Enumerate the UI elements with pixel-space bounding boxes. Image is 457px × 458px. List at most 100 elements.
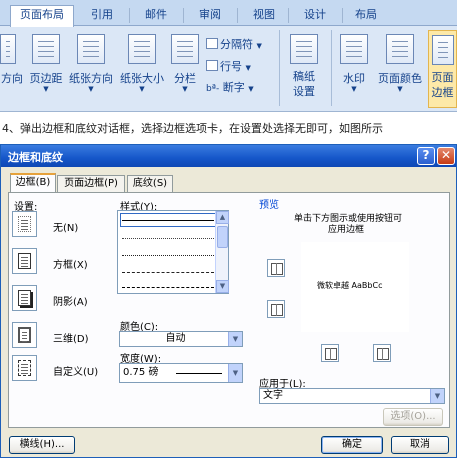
tab-separator [342,8,343,23]
ribbon: 页面布局 引用 邮件 审阅 视图 设计 布局 方向 页边距 ▼ 纸张方向 ▼ 纸… [0,0,457,112]
setting-box-icon[interactable] [12,248,37,274]
preview-hint-line2: 应用边框 [328,225,365,235]
tab-view[interactable]: 视图 [242,6,286,26]
scroll-thumb[interactable] [217,226,228,248]
setting-none-icon[interactable] [12,211,37,237]
columns-button[interactable]: 分栏 ▼ [170,30,200,108]
setting-box-label[interactable]: 方框(X) [53,256,88,271]
horizontal-line-button[interactable]: 横线(H)... [9,436,75,454]
watermark-button[interactable]: 水印 ▼ [336,30,372,108]
tab-design[interactable]: 设计 [290,6,340,26]
top-border-button[interactable] [267,259,285,277]
style-solid-line[interactable] [122,220,214,221]
color-select[interactable]: 自动 ▼ [119,331,243,347]
group-separator [279,30,280,106]
columns-icon [171,34,199,64]
close-button[interactable]: ✕ [437,147,455,165]
margins-button[interactable]: 页边距 ▼ [26,30,66,108]
chevron-down-icon: ▼ [248,85,254,93]
page-border-label-line2: 边框 [431,86,454,99]
color-value: 自动 [165,333,186,344]
tab-references[interactable]: 引用 [80,6,124,26]
text-direction-label: 方向 [1,72,23,85]
style-long-dashed-line[interactable] [122,287,214,288]
preview-label: 预览 [259,200,279,211]
tab-separator [288,8,289,23]
watermark-icon [340,34,368,64]
breaks-button[interactable]: 分隔符 ▼ [206,37,262,53]
setting-none-label[interactable]: 无(N) [53,219,78,234]
options-button[interactable]: 选项(O)... [383,408,443,426]
chevron-down-icon: ▼ [182,85,188,93]
bottom-border-button[interactable] [267,300,285,318]
tab-shading[interactable]: 底纹(S) [127,175,173,192]
tab-separator [129,8,130,23]
orientation-label: 纸张方向 [69,72,113,85]
question-icon: ? [422,148,430,162]
style-dashed-line[interactable] [122,272,214,273]
tab-review[interactable]: 审阅 [188,6,232,26]
hyphenation-label: 断字 [222,81,245,94]
tab-mailings[interactable]: 邮件 [134,6,178,26]
left-border-button[interactable] [321,344,339,362]
breaks-icon [206,38,218,49]
breaks-label: 分隔符 [220,38,253,51]
chevron-down-icon: ▼ [88,85,94,93]
hyphenation-button[interactable]: bª- 断字 ▼ [206,80,254,96]
tab-borders[interactable]: 边框(B) [10,173,56,193]
chevron-down-icon[interactable]: ▼ [228,364,242,382]
chevron-down-icon: ▼ [397,85,403,93]
chevron-down-icon: ▼ [351,85,357,93]
chevron-down-icon: ▼ [256,42,262,50]
tab-page-layout[interactable]: 页面布局 [10,5,74,27]
chevron-down-icon[interactable]: ▼ [430,389,444,403]
margins-label: 页边距 [29,72,63,85]
tab-separator [237,8,238,23]
instruction-text: 4、弹出边框和底纹对话框，选择边框选项卡，在设置处选择无即可，如图所示 [2,122,383,135]
scroll-down-icon[interactable]: ▼ [216,280,229,293]
line-numbers-button[interactable]: 行号 ▼ [206,59,251,75]
page-border-button[interactable]: 页面 边框 [428,30,457,108]
style-list[interactable]: ▲ ▼ [117,210,229,294]
setting-custom-label[interactable]: 自定义(U) [53,363,98,378]
style-fine-dotted-line[interactable] [122,255,214,256]
apply-to-value: 文字 [263,390,283,401]
size-button[interactable]: 纸张大小 ▼ [116,30,168,108]
style-dotted-line[interactable] [122,238,214,239]
watermark-label: 水印 [343,72,365,85]
tab-separator [183,8,184,23]
setting-custom-icon[interactable] [12,355,37,381]
page-border-label-line1: 页面 [431,71,454,84]
close-icon: ✕ [440,148,452,162]
chevron-down-icon: ▼ [139,85,145,93]
setting-shadow-icon[interactable] [12,285,37,311]
text-direction-button[interactable]: 方向 [0,30,24,108]
page-color-icon [386,34,414,64]
draft-paper-label-line2: 设置 [293,85,315,98]
tab-layout[interactable]: 布局 [344,6,388,26]
ok-button[interactable]: 确定 [321,436,383,454]
page-color-button[interactable]: 页面颜色 ▼ [374,30,426,108]
apply-to-select[interactable]: 文字 ▼ [259,388,445,404]
preview-area[interactable]: 微软卓越 AaBbCc [301,242,409,332]
right-border-button[interactable] [373,344,391,362]
group-separator [331,30,332,106]
margins-icon [32,34,60,64]
style-list-scrollbar[interactable]: ▲ ▼ [215,211,229,293]
chevron-down-icon[interactable]: ▼ [228,332,242,346]
scroll-up-icon[interactable]: ▲ [216,211,229,224]
tab-page-border[interactable]: 页面边框(P) [57,175,125,192]
help-button[interactable]: ? [417,147,435,165]
orientation-button[interactable]: 纸张方向 ▼ [66,30,116,108]
orientation-icon [77,34,105,64]
setting-shadow-label[interactable]: 阴影(A) [53,293,88,308]
preview-sample-text: 微软卓越 AaBbCc [317,281,383,290]
chevron-down-icon: ▼ [43,85,49,93]
width-select[interactable]: 0.75 磅 ▼ [119,363,243,383]
dialog-title: 边框和底纹 [8,151,63,164]
setting-3d-icon[interactable] [12,322,37,348]
draft-paper-button[interactable]: 稿纸 设置 [284,30,324,108]
cancel-button[interactable]: 取消 [391,436,449,454]
size-icon [128,34,156,64]
setting-3d-label[interactable]: 三维(D) [53,330,89,345]
